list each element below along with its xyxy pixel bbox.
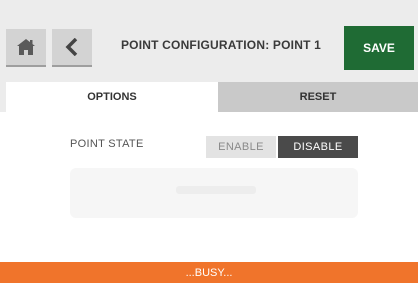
point-state-label: POINT STATE [70, 138, 144, 150]
save-button[interactable]: SAVE [344, 26, 414, 70]
tab-reset[interactable]: RESET [218, 82, 418, 112]
page-title: POINT CONFIGURATION: POINT 1 [120, 38, 322, 52]
chevron-left-icon [65, 38, 78, 56]
enable-toggle[interactable]: ENABLE [206, 136, 276, 158]
home-icon [17, 39, 35, 55]
back-button[interactable] [52, 29, 92, 67]
busy-status-bar: ...BUSY... [0, 262, 418, 283]
disable-toggle[interactable]: DISABLE [278, 136, 358, 158]
faded-placeholder-line [176, 186, 256, 194]
home-button[interactable] [6, 29, 46, 67]
tab-options[interactable]: OPTIONS [6, 82, 218, 112]
